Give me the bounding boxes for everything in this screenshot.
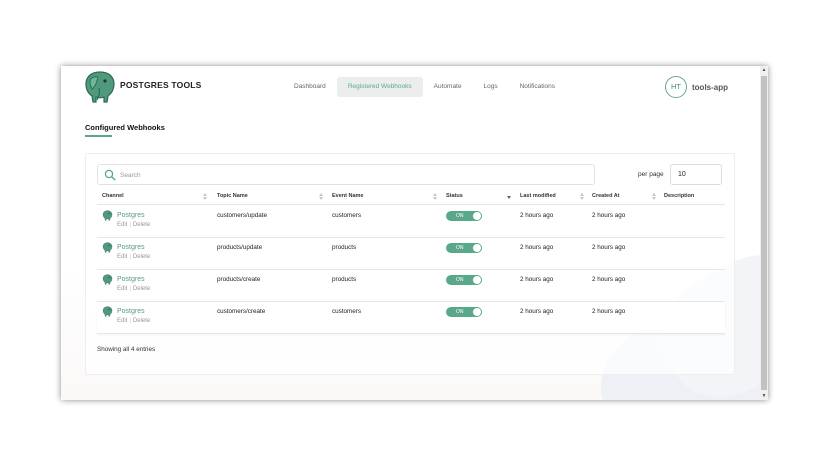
nav-notifications[interactable]: Notifications [509,77,566,97]
title-underline [85,135,112,137]
search-box[interactable] [97,164,595,185]
delete-link[interactable]: Delete [133,286,150,292]
app-viewport: POSTGRES TOOLS Dashboard Registered Webh… [61,66,760,400]
page-title: Configured Webhooks [85,123,165,132]
toggle-knob [473,212,481,220]
account-name[interactable]: tools-app [692,83,728,92]
row-actions: Edit | Delete [117,222,150,228]
nav-logs[interactable]: Logs [472,77,508,97]
sort-icon[interactable] [652,193,656,201]
postgres-elephant-icon[interactable] [83,70,117,104]
topic-name-cell: products/create [217,276,261,283]
status-toggle-label: ON [456,277,464,283]
status-toggle-label: ON [456,309,464,315]
postgres-elephant-icon [102,210,113,221]
per-page-input[interactable]: 10 [670,164,722,185]
scrollbar[interactable]: ▲ ▼ [760,66,768,400]
sort-icon[interactable] [580,193,584,201]
channel-link[interactable]: Postgres [117,276,145,283]
search-icon [104,169,116,181]
scrollbar-thumb[interactable] [761,76,767,390]
column-header-status[interactable]: Status [446,193,463,199]
sort-icon[interactable] [433,193,437,201]
status-toggle[interactable]: ON [446,211,482,221]
created-at-cell: 2 hours ago [592,276,626,283]
last-modified-cell: 2 hours ago [520,276,554,283]
column-header-created-at[interactable]: Created At [592,193,620,199]
topic-name-cell: products/update [217,244,263,251]
scroll-down-icon[interactable]: ▼ [760,392,768,400]
sort-icon[interactable] [203,193,207,201]
table-row: Postgres Edit | Delete customers/create custo… [97,302,725,334]
status-toggle-label: ON [456,245,464,251]
search-input[interactable] [120,168,520,182]
channel-link[interactable]: Postgres [117,244,145,251]
row-actions: Edit | Delete [117,286,150,292]
row-actions: Edit | Delete [117,254,150,260]
divider: | [129,254,131,260]
divider: | [129,222,131,228]
toggle-knob [473,308,481,316]
created-at-cell: 2 hours ago [592,308,626,315]
avatar[interactable]: HT [665,76,687,98]
sort-icon[interactable] [319,193,323,201]
divider: | [129,286,131,292]
table-header: Channel Topic Name Event Name Status Las… [97,189,725,205]
webhooks-card: per page 10 Channel Topic Name Event Nam… [85,153,735,375]
brand-name: POSTGRES TOOLS [120,80,202,90]
delete-link[interactable]: Delete [133,318,150,324]
postgres-elephant-icon [102,274,113,285]
entries-count: Showing all 4 entries [97,346,156,353]
edit-link[interactable]: Edit [117,222,127,228]
table-row: Postgres Edit | Delete products/update produc… [97,238,725,270]
edit-link[interactable]: Edit [117,286,127,292]
per-page-label: per page [638,171,664,178]
toggle-knob [473,244,481,252]
event-name-cell: products [332,276,357,283]
top-header: POSTGRES TOOLS Dashboard Registered Webh… [61,66,760,109]
status-toggle[interactable]: ON [446,243,482,253]
created-at-cell: 2 hours ago [592,244,626,251]
divider: | [129,318,131,324]
channel-link[interactable]: Postgres [117,308,145,315]
main-nav: Dashboard Registered Webhooks Automate L… [283,77,566,97]
row-actions: Edit | Delete [117,318,150,324]
topic-name-cell: customers/create [217,308,266,315]
scroll-up-icon[interactable]: ▲ [760,66,768,74]
channel-link[interactable]: Postgres [117,212,145,219]
column-header-topic-name[interactable]: Topic Name [217,193,248,199]
toggle-knob [473,276,481,284]
nav-dashboard[interactable]: Dashboard [283,77,337,97]
topic-name-cell: customers/update [217,212,268,219]
table-row: Postgres Edit | Delete customers/update custo… [97,206,725,238]
status-toggle-label: ON [456,213,464,219]
column-header-channel[interactable]: Channel [102,193,124,199]
created-at-cell: 2 hours ago [592,212,626,219]
delete-link[interactable]: Delete [133,222,150,228]
browser-window: POSTGRES TOOLS Dashboard Registered Webh… [61,66,768,400]
column-header-description[interactable]: Description [664,193,694,199]
postgres-elephant-icon [102,306,113,317]
edit-link[interactable]: Edit [117,254,127,260]
nav-registered-webhooks[interactable]: Registered Webhooks [336,77,423,97]
edit-link[interactable]: Edit [117,318,127,324]
sort-desc-icon[interactable] [507,193,511,201]
event-name-cell: customers [332,308,362,315]
last-modified-cell: 2 hours ago [520,308,554,315]
nav-automate[interactable]: Automate [423,77,473,97]
event-name-cell: products [332,244,357,251]
last-modified-cell: 2 hours ago [520,212,554,219]
postgres-elephant-icon [102,242,113,253]
column-header-event-name[interactable]: Event Name [332,193,364,199]
delete-link[interactable]: Delete [133,254,150,260]
event-name-cell: customers [332,212,362,219]
table-row: Postgres Edit | Delete products/create produc… [97,270,725,302]
last-modified-cell: 2 hours ago [520,244,554,251]
status-toggle[interactable]: ON [446,307,482,317]
status-toggle[interactable]: ON [446,275,482,285]
column-header-last-modified[interactable]: Last modified [520,193,556,199]
